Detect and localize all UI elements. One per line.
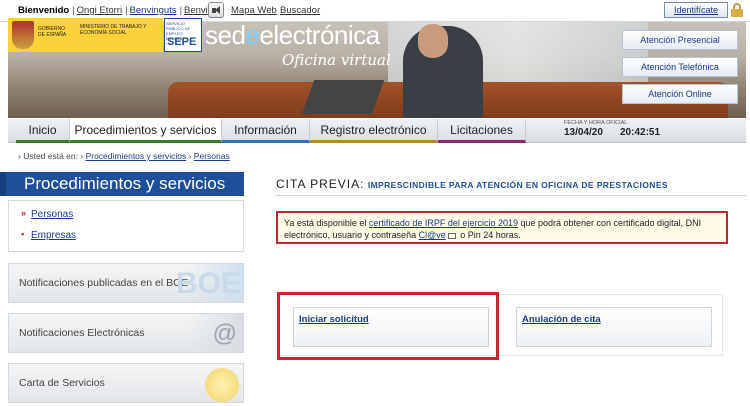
sitemap-link[interactable]: Mapa Web — [231, 5, 277, 16]
cancel-appointment-card[interactable]: Anulación de cita — [516, 307, 712, 347]
lang-spanish[interactable]: Bienvenido — [18, 5, 69, 16]
breadcrumb-item[interactable]: Personas — [194, 151, 230, 161]
government-text: GOBIERNO DE ESPAÑA — [38, 26, 67, 38]
sepe-label: SEPE — [167, 36, 197, 48]
boe-notifications-box[interactable]: Notificaciones publicadas en el BOE — [8, 263, 244, 303]
bullet-icon: ▪ — [21, 229, 25, 239]
highlight-frame — [277, 292, 499, 360]
search-link[interactable]: Buscador — [280, 5, 320, 16]
attention-in-person-button[interactable]: Atención Presencial — [622, 30, 738, 50]
breadcrumb-separator: › — [188, 151, 192, 161]
lang-catalan[interactable]: Benvinguts — [130, 5, 177, 16]
site-subtitle: Oficina virtual — [282, 51, 391, 69]
page-title-lead: CITA PREVIA: — [276, 177, 365, 191]
tab-inicio[interactable]: Inicio — [16, 119, 70, 143]
page-title: CITA PREVIA: Imprescindible para atenció… — [276, 172, 746, 196]
cancel-appointment-link[interactable]: Anulación de cita — [522, 314, 601, 325]
tab-procedimientos[interactable]: Procedimientos y servicios — [70, 119, 222, 143]
lock-icon — [731, 3, 743, 17]
speaker-icon[interactable] — [208, 2, 224, 18]
coat-of-arms-icon — [12, 21, 34, 49]
lang-basque[interactable]: Ongi Etorri — [77, 5, 122, 16]
email-icon — [187, 314, 243, 352]
sidebar-item-empresas[interactable]: Empresas — [31, 230, 76, 241]
sidebar-menu: » Personas ▪ Empresas — [8, 200, 244, 252]
tab-licitaciones[interactable]: Licitaciones — [438, 119, 526, 143]
main-nav: Inicio Procedimientos y servicios Inform… — [8, 119, 746, 143]
boe-notifications-label: Notificaciones publicadas en el BOE — [19, 277, 189, 289]
identify-button[interactable]: Identifícate — [664, 2, 728, 18]
site-title: sedeelectrónica — [205, 20, 380, 50]
tab-informacion[interactable]: Información — [222, 119, 310, 143]
official-time: 20:42:51 — [620, 127, 661, 138]
chevron-right-icon: » — [21, 208, 27, 218]
datetime-label: FECHA Y HORA OFICIAL — [564, 120, 628, 126]
tab-registro[interactable]: Registro electrónico — [310, 119, 438, 143]
boe-icon — [176, 264, 243, 302]
attention-phone-button[interactable]: Atención Telefónica — [622, 57, 738, 77]
sidebar-item-personas[interactable]: Personas — [31, 209, 73, 220]
ministry-text: MINISTERIO DE TRABAJO Y ECONOMÍA SOCIAL — [80, 24, 147, 36]
page-title-subtitle: Imprescindible para atención en oficina … — [367, 180, 668, 190]
sidebar-title: Procedimientos y servicios — [0, 172, 244, 196]
notice-box: Ya está disponible el certificado de IRP… — [276, 211, 728, 244]
electronic-notifications-label: Notificaciones Electrónicas — [19, 327, 145, 339]
service-charter-box[interactable]: Carta de Servicios — [8, 363, 244, 403]
electronic-notifications-box[interactable]: Notificaciones Electrónicas — [8, 313, 244, 353]
breadcrumb-prefix: › Usted está en: › — [18, 151, 84, 161]
clave-link[interactable]: Cl@ve — [419, 230, 446, 240]
breadcrumb: › Usted está en: › Procedimientos y serv… — [18, 151, 230, 161]
irpf-certificate-link[interactable]: certificado de IRPF del ejercicio 2019 — [369, 218, 518, 228]
language-selector: Bienvenido | Ongi Etorri | Benvinguts | Benvid… — [18, 5, 224, 16]
attention-online-button[interactable]: Atención Online — [622, 84, 738, 104]
charter-icon — [187, 364, 243, 402]
external-link-icon — [447, 232, 456, 239]
service-charter-label: Carta de Servicios — [19, 377, 105, 389]
official-date: 13/04/20 — [564, 127, 603, 138]
breadcrumb-item[interactable]: Procedimientos y servicios — [86, 151, 187, 161]
